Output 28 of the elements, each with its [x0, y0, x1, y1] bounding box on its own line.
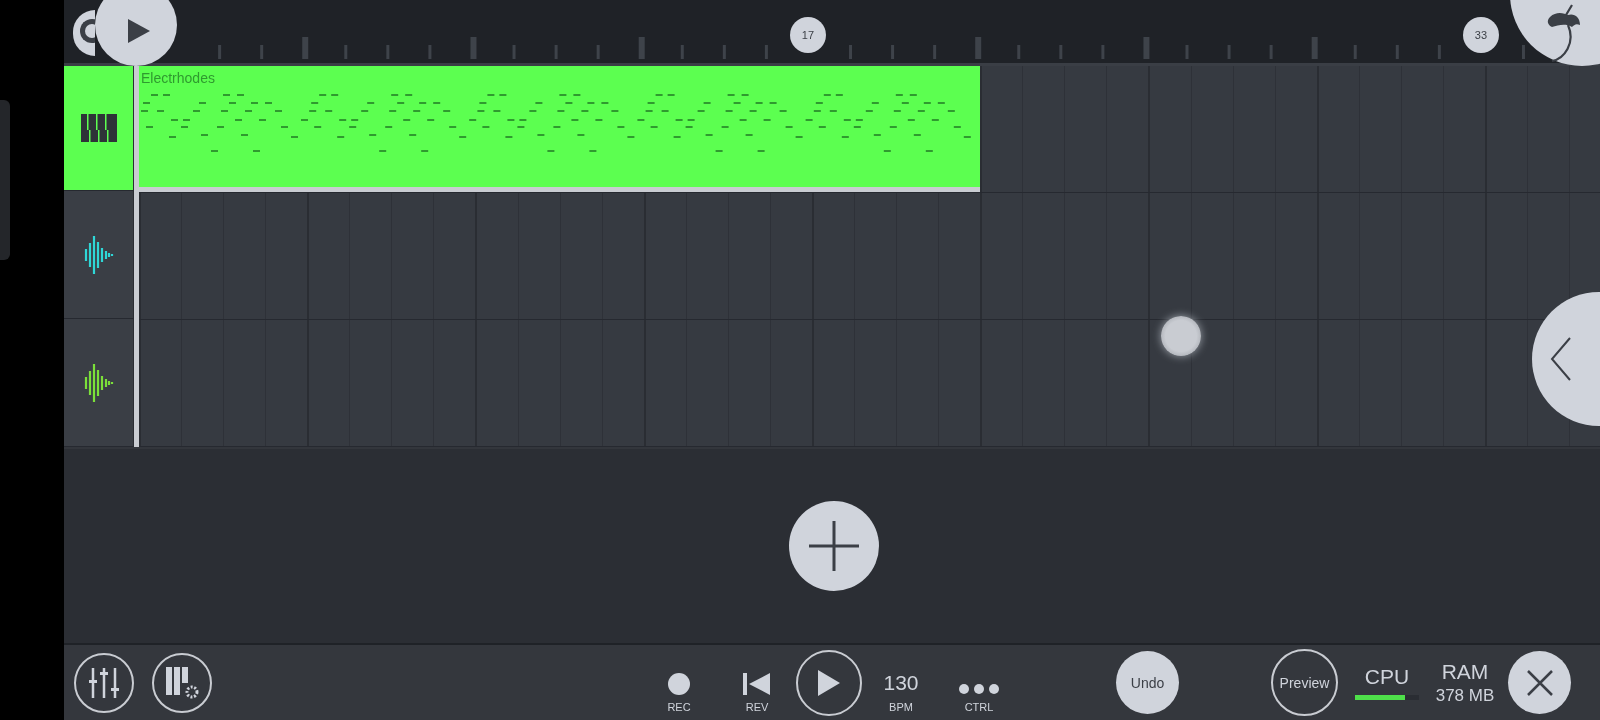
play-icon: [128, 19, 150, 43]
record-icon: [668, 672, 690, 695]
cpu-label: CPU: [1364, 665, 1410, 689]
sliders-icon: [87, 665, 121, 700]
chevron-left-icon: [1550, 336, 1572, 382]
bar-marker[interactable]: 33: [1462, 17, 1499, 53]
rewind-button[interactable]: REV: [718, 652, 796, 713]
ram-label: RAM: [1441, 659, 1489, 684]
piano-icon: [80, 114, 117, 142]
play-button[interactable]: [796, 649, 862, 716]
bar-marker[interactable]: 17: [789, 17, 826, 53]
plus-icon: [807, 519, 861, 573]
controls-button[interactable]: CTRL: [940, 652, 1018, 713]
mixer-button[interactable]: [74, 652, 134, 713]
ram-value: 378 MB: [1435, 685, 1495, 706]
skip-back-icon: [743, 672, 771, 695]
play-icon: [818, 669, 840, 696]
piano-gear-icon: [164, 664, 200, 701]
timeline-ruler[interactable]: 17 33: [64, 0, 1600, 66]
record-button[interactable]: REC: [640, 652, 718, 713]
clip-label: Electrhodes: [141, 70, 215, 86]
undo-button[interactable]: Undo: [1116, 651, 1179, 714]
piano-settings-button[interactable]: [152, 652, 212, 713]
close-icon: [1526, 669, 1553, 696]
tempo-button[interactable]: 130 BPM: [862, 652, 940, 713]
more-icon: [958, 682, 1000, 695]
lane-background[interactable]: [139, 320, 1600, 447]
preview-button[interactable]: Preview: [1271, 649, 1338, 716]
